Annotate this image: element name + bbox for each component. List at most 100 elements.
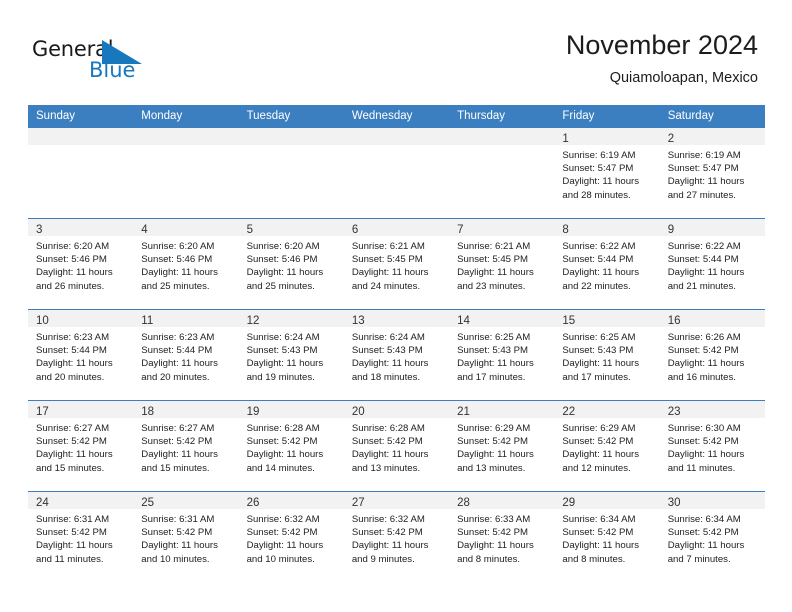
calendar-week-row: 3 Sunrise: 6:20 AM Sunset: 5:46 PM Daylight… (28, 218, 765, 310)
calendar-cell-day-23[interactable]: 23 Sunrise: 6:30 AM Sunset: 5:42 PM Dayligh… (659, 400, 765, 492)
calendar-cell-day-11[interactable]: 11 Sunrise: 6:23 AM Sunset: 5:44 PM Dayligh… (133, 309, 239, 401)
calendar-cell-day-13[interactable]: 13 Sunrise: 6:24 AM Sunset: 5:43 PM Dayligh… (343, 309, 450, 401)
day-details: Sunrise: 6:34 AM Sunset: 5:42 PM Daylight:… (660, 509, 765, 566)
daylight-text-line2: and 7 minutes. (667, 553, 731, 565)
daylight-text-line1: Daylight: 11 hours (36, 358, 113, 370)
sunrise-text: Sunrise: 6:27 AM (141, 423, 215, 434)
day-number: 23 (667, 406, 681, 418)
day-details: Sunrise: 6:22 AM Sunset: 5:44 PM Daylight:… (554, 236, 659, 293)
daylight-text-line2: and 8 minutes. (562, 553, 626, 565)
calendar-cell-day-19[interactable]: 19 Sunrise: 6:28 AM Sunset: 5:42 PM Dayligh… (238, 400, 344, 492)
daylight-text-line1: Daylight: 11 hours (246, 267, 324, 279)
day-number: 30 (667, 497, 681, 509)
day-number-band: 8 (554, 219, 660, 236)
daylight-text-line1: Daylight: 11 hours (36, 449, 113, 461)
daylight-text-line2: and 11 minutes. (36, 553, 104, 565)
daylight-text-line2: and 15 minutes. (36, 462, 105, 474)
calendar-cell-empty (449, 127, 555, 219)
day-cell: 25 Sunrise: 6:31 AM Sunset: 5:42 PM Dayligh… (133, 492, 239, 582)
calendar-cell-day-30[interactable]: 30 Sunrise: 6:34 AM Sunset: 5:42 PM Dayligh… (659, 491, 765, 582)
day-cell: 20 Sunrise: 6:28 AM Sunset: 5:42 PM Dayligh… (343, 401, 450, 491)
location-subtitle: Quiamoloapan, Mexico (609, 70, 758, 86)
day-details: Sunrise: 6:28 AM Sunset: 5:42 PM Daylight:… (239, 418, 344, 475)
day-number: 26 (246, 497, 260, 509)
daylight-text-line1: Daylight: 11 hours (457, 540, 534, 552)
day-details: Sunrise: 6:34 AM Sunset: 5:42 PM Daylight:… (554, 509, 659, 566)
day-details: Sunrise: 6:20 AM Sunset: 5:46 PM Daylight:… (239, 236, 344, 293)
page-header: General Blue November 2024 Quiamoloapan,… (0, 0, 792, 104)
calendar-cell-day-24[interactable]: 24 Sunrise: 6:31 AM Sunset: 5:42 PM Dayligh… (28, 491, 134, 582)
calendar-cell-day-6[interactable]: 6 Sunrise: 6:21 AM Sunset: 5:45 PM Daylight… (343, 218, 450, 310)
day-details: Sunrise: 6:24 AM Sunset: 5:43 PM Daylight:… (344, 327, 449, 384)
day-details: Sunrise: 6:21 AM Sunset: 5:45 PM Daylight:… (449, 236, 554, 293)
daylight-text-line2: and 24 minutes. (351, 280, 421, 292)
daylight-text-line1: Daylight: 11 hours (141, 267, 218, 279)
calendar-cell-day-29[interactable]: 29 Sunrise: 6:34 AM Sunset: 5:42 PM Dayligh… (554, 491, 660, 582)
calendar-header-row: Sunday Monday Tuesday Wednesday Thursday Frid… (28, 105, 765, 128)
sunrise-text: Sunrise: 6:22 AM (562, 241, 636, 252)
daylight-text-line1: Daylight: 11 hours (141, 540, 218, 552)
calendar-cell-day-1[interactable]: 1 Sunrise: 6:19 AM Sunset: 5:47 PM Daylight… (554, 127, 660, 219)
sunset-text: Sunset: 5:42 PM (36, 527, 107, 539)
sunrise-text: Sunrise: 6:19 AM (562, 150, 636, 161)
day-cell: 16 Sunrise: 6:26 AM Sunset: 5:42 PM Dayligh… (659, 310, 765, 400)
calendar-cell-day-7[interactable]: 7 Sunrise: 6:21 AM Sunset: 5:45 PM Daylight… (449, 218, 555, 310)
daylight-text-line2: and 10 minutes. (246, 553, 315, 565)
general-blue-logo[interactable]: General Blue (32, 36, 162, 88)
day-cell: 19 Sunrise: 6:28 AM Sunset: 5:42 PM Dayligh… (238, 401, 344, 491)
day-cell (133, 128, 239, 218)
calendar-cell-day-18[interactable]: 18 Sunrise: 6:27 AM Sunset: 5:42 PM Dayligh… (133, 400, 239, 492)
daylight-text-line2: and 10 minutes. (141, 553, 210, 565)
calendar-cell-day-9[interactable]: 9 Sunrise: 6:22 AM Sunset: 5:44 PM Daylight… (659, 218, 765, 310)
calendar-cell-day-4[interactable]: 4 Sunrise: 6:20 AM Sunset: 5:46 PM Daylight… (133, 218, 239, 310)
sunset-text: Sunset: 5:42 PM (457, 436, 529, 448)
sunset-text: Sunset: 5:42 PM (457, 527, 529, 539)
day-cell: 26 Sunrise: 6:32 AM Sunset: 5:42 PM Dayligh… (238, 492, 344, 582)
day-details (28, 145, 133, 149)
day-details: Sunrise: 6:20 AM Sunset: 5:46 PM Daylight:… (28, 236, 133, 293)
daylight-text-line2: and 14 minutes. (246, 462, 315, 474)
calendar-cell-day-14[interactable]: 14 Sunrise: 6:25 AM Sunset: 5:43 PM Dayligh… (449, 309, 555, 401)
day-details (344, 145, 449, 149)
sunset-text: Sunset: 5:42 PM (141, 527, 213, 539)
daylight-text-line2: and 13 minutes. (457, 462, 526, 474)
daylight-text-line2: and 18 minutes. (351, 371, 421, 383)
calendar-cell-day-28[interactable]: 28 Sunrise: 6:33 AM Sunset: 5:42 PM Dayligh… (449, 491, 555, 582)
calendar-cell-day-5[interactable]: 5 Sunrise: 6:20 AM Sunset: 5:46 PM Daylight… (238, 218, 344, 310)
day-number-band: 15 (554, 310, 660, 327)
day-cell: 15 Sunrise: 6:25 AM Sunset: 5:43 PM Dayligh… (554, 310, 660, 400)
daylight-text-line2: and 8 minutes. (457, 553, 521, 565)
calendar-cell-day-12[interactable]: 12 Sunrise: 6:24 AM Sunset: 5:43 PM Dayligh… (238, 309, 344, 401)
calendar-cell-day-10[interactable]: 10 Sunrise: 6:23 AM Sunset: 5:44 PM Dayligh… (28, 309, 134, 401)
day-number: 4 (141, 224, 148, 236)
sunset-text: Sunset: 5:43 PM (351, 345, 423, 357)
sunset-text: Sunset: 5:44 PM (141, 345, 213, 357)
daylight-text-line2: and 20 minutes. (141, 371, 210, 383)
calendar-cell-day-21[interactable]: 21 Sunrise: 6:29 AM Sunset: 5:42 PM Dayligh… (449, 400, 555, 492)
day-number: 25 (141, 497, 155, 509)
calendar-cell-day-8[interactable]: 8 Sunrise: 6:22 AM Sunset: 5:44 PM Daylight… (554, 218, 660, 310)
day-details: Sunrise: 6:21 AM Sunset: 5:45 PM Daylight:… (344, 236, 449, 293)
calendar-cell-day-26[interactable]: 26 Sunrise: 6:32 AM Sunset: 5:42 PM Dayligh… (238, 491, 344, 582)
calendar-cell-day-27[interactable]: 27 Sunrise: 6:32 AM Sunset: 5:42 PM Dayligh… (343, 491, 450, 582)
sunset-text: Sunset: 5:43 PM (562, 345, 634, 357)
day-number: 18 (141, 406, 155, 418)
calendar-cell-day-20[interactable]: 20 Sunrise: 6:28 AM Sunset: 5:42 PM Dayligh… (343, 400, 450, 492)
sunrise-text: Sunrise: 6:28 AM (351, 423, 425, 434)
daylight-text-line2: and 25 minutes. (246, 280, 315, 292)
calendar-cell-day-3[interactable]: 3 Sunrise: 6:20 AM Sunset: 5:46 PM Daylight… (28, 218, 134, 310)
calendar-cell-day-25[interactable]: 25 Sunrise: 6:31 AM Sunset: 5:42 PM Dayligh… (133, 491, 239, 582)
calendar-cell-day-16[interactable]: 16 Sunrise: 6:26 AM Sunset: 5:42 PM Dayligh… (659, 309, 765, 401)
sunrise-text: Sunrise: 6:34 AM (667, 514, 741, 525)
calendar-cell-day-2[interactable]: 2 Sunrise: 6:19 AM Sunset: 5:47 PM Daylight… (659, 127, 765, 219)
calendar-cell-empty (238, 127, 344, 219)
daylight-text-line1: Daylight: 11 hours (351, 358, 429, 370)
daylight-text-line1: Daylight: 11 hours (667, 449, 745, 461)
daylight-text-line1: Daylight: 11 hours (141, 449, 218, 461)
day-details: Sunrise: 6:25 AM Sunset: 5:43 PM Daylight:… (554, 327, 659, 384)
calendar-cell-day-22[interactable]: 22 Sunrise: 6:29 AM Sunset: 5:42 PM Dayligh… (554, 400, 660, 492)
calendar-cell-day-17[interactable]: 17 Sunrise: 6:27 AM Sunset: 5:42 PM Dayligh… (28, 400, 134, 492)
calendar-cell-day-15[interactable]: 15 Sunrise: 6:25 AM Sunset: 5:43 PM Dayligh… (554, 309, 660, 401)
day-number: 2 (667, 133, 675, 145)
day-cell: 29 Sunrise: 6:34 AM Sunset: 5:42 PM Dayligh… (554, 492, 660, 582)
